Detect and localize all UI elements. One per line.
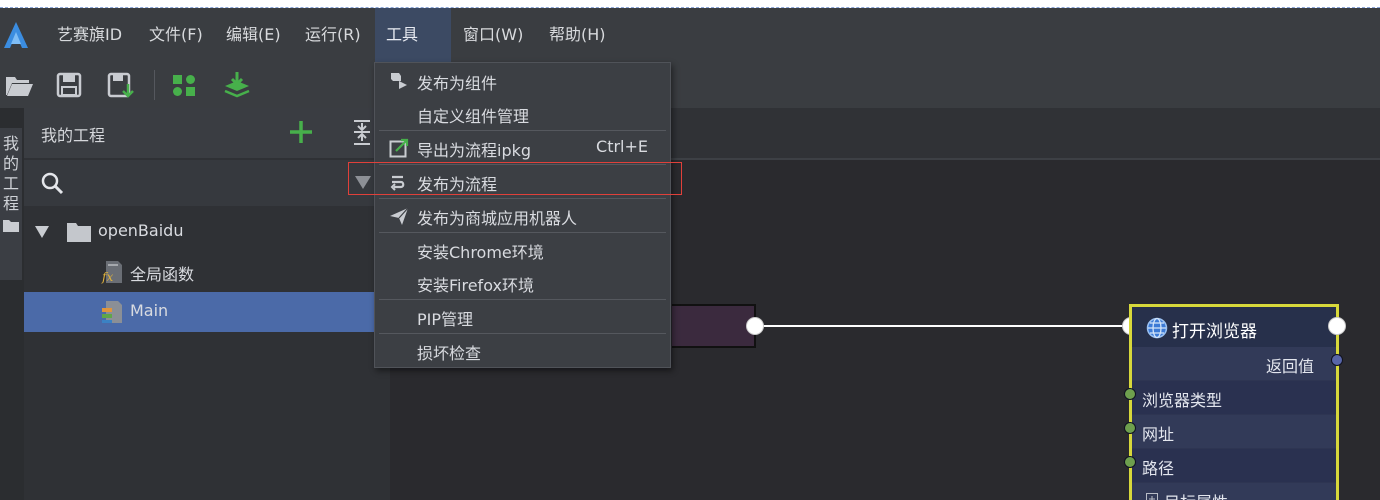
my-project-side-tab[interactable]: 我 的 工 程 <box>0 128 22 280</box>
input-label: 目标属性 <box>1164 489 1228 500</box>
input-label: 路径 <box>1142 459 1175 478</box>
node-header: 打开浏览器 <box>1132 307 1336 347</box>
node-output-row: 返回值 <box>1132 347 1336 380</box>
expand-icon[interactable] <box>1146 493 1158 500</box>
menu-item-label: 安装Chrome环境 <box>417 243 544 262</box>
project-panel-header: 我的工程 <box>24 108 390 158</box>
input-label: 网址 <box>1142 425 1175 444</box>
search-icon <box>41 172 64 195</box>
toolbar <box>0 62 1380 108</box>
tools-menu-dropdown: 发布为组件 自定义组件管理 导出为流程ipkg Ctrl+E 发布为流程 发布为… <box>374 62 671 368</box>
save-icon[interactable] <box>54 70 84 100</box>
open-folder-icon[interactable] <box>4 70 34 100</box>
folder-icon <box>67 223 91 242</box>
function-file-icon: fx <box>101 261 122 284</box>
node-exec-out-port[interactable] <box>1328 317 1346 335</box>
expand-caret-icon[interactable] <box>34 225 50 239</box>
node-input-row: 网址 <box>1132 415 1336 448</box>
send-icon <box>390 207 409 225</box>
browser-type-pin[interactable] <box>1124 388 1136 400</box>
search-row <box>24 160 390 206</box>
node-input-row: 浏览器类型 <box>1132 381 1336 414</box>
menu-tools[interactable]: 工具(T) <box>375 8 451 98</box>
menu-item-label: PIP管理 <box>417 310 474 329</box>
tree-item-main[interactable]: Main <box>24 292 390 332</box>
menu-item-label: 自定义组件管理 <box>417 107 530 126</box>
add-icon[interactable] <box>288 119 314 145</box>
menu-run[interactable]: 运行(R) <box>294 8 372 62</box>
folder-icon <box>3 220 19 232</box>
node-input-row: 目标属性 <box>1132 483 1336 500</box>
node-title: 打开浏览器 <box>1172 322 1257 342</box>
menu-item-label: 发布为商城应用机器人 <box>417 209 578 228</box>
flow-connector-line <box>755 325 1132 327</box>
tree-label: openBaidu <box>98 221 184 240</box>
side-tab-char: 的 <box>2 154 19 173</box>
menu-item-publish-store-robot[interactable]: 发布为商城应用机器人 <box>375 199 670 232</box>
open-browser-node[interactable]: 打开浏览器 返回值 浏览器类型 网址 路径 目标属性 <box>1129 304 1339 500</box>
menu-help[interactable]: 帮助(H) <box>538 8 617 62</box>
publish-component-icon <box>391 73 407 89</box>
path-pin[interactable] <box>1124 456 1136 468</box>
return-value-pin[interactable] <box>1331 354 1343 366</box>
side-tab-strip: 我 的 工 程 <box>0 108 24 500</box>
window-top-border <box>0 0 1380 8</box>
start-node[interactable] <box>672 304 756 348</box>
menu-item-shortcut: Ctrl+E <box>596 137 648 156</box>
url-pin[interactable] <box>1124 422 1136 434</box>
menu-window[interactable]: 窗口(W) <box>452 8 534 62</box>
tree-label: 全局函数 <box>130 265 195 284</box>
collapse-all-icon[interactable] <box>350 118 374 146</box>
menu-item-custom-components[interactable]: 自定义组件管理 <box>375 97 670 130</box>
input-label: 浏览器类型 <box>1142 391 1223 410</box>
side-tab-char: 程 <box>2 194 19 213</box>
project-panel: 我的工程 openBaidu fx 全局函数 Main <box>24 108 390 500</box>
menu-item-publish-component[interactable]: 发布为组件 <box>375 64 670 97</box>
menu-item-damage-check[interactable]: 损坏检查 <box>375 334 670 367</box>
highlight-annotation-box <box>348 162 682 195</box>
node-input-row: 路径 <box>1132 449 1336 482</box>
output-label: 返回值 <box>1265 357 1314 376</box>
menu-item-export-ipkg[interactable]: 导出为流程ipkg Ctrl+E <box>375 131 670 164</box>
tree-label: Main <box>130 301 169 320</box>
menu-item-label: 安装Firefox环境 <box>417 276 534 295</box>
menu-item-label: 导出为流程ipkg <box>417 141 532 160</box>
deploy-icon[interactable] <box>222 70 252 100</box>
menu-item-install-firefox[interactable]: 安装Firefox环境 <box>375 266 670 299</box>
menu-item-label: 损坏检查 <box>417 344 482 363</box>
menu-file[interactable]: 文件(F) <box>138 8 214 62</box>
menu-item-label: 发布为组件 <box>417 74 498 93</box>
output-exec-port[interactable] <box>746 317 764 335</box>
tree-item-openbaidu[interactable]: openBaidu <box>24 212 390 252</box>
toolbar-separator <box>154 70 155 100</box>
export-icon <box>389 138 409 158</box>
svg-text:fx: fx <box>101 270 113 284</box>
menu-edit[interactable]: 编辑(E) <box>215 8 292 62</box>
flow-file-icon <box>102 301 122 323</box>
side-tab-char: 工 <box>2 174 19 193</box>
search-input[interactable] <box>74 166 344 200</box>
tree-item-global-functions[interactable]: fx 全局函数 <box>24 252 390 292</box>
side-tab-char: 我 <box>2 134 19 153</box>
menu-bar: 艺赛旗ID 文件(F) 编辑(E) 运行(R) 工具(T) 窗口(W) 帮助(H… <box>0 8 1380 98</box>
menu-item-install-chrome[interactable]: 安装Chrome环境 <box>375 233 670 266</box>
component-icon[interactable] <box>170 70 200 100</box>
menu-ide[interactable]: 艺赛旗ID <box>46 8 133 62</box>
app-logo-icon <box>4 22 28 48</box>
save-as-icon[interactable] <box>106 70 136 100</box>
globe-icon <box>1146 317 1168 339</box>
panel-title: 我的工程 <box>41 126 106 145</box>
menu-item-pip[interactable]: PIP管理 <box>375 300 670 333</box>
